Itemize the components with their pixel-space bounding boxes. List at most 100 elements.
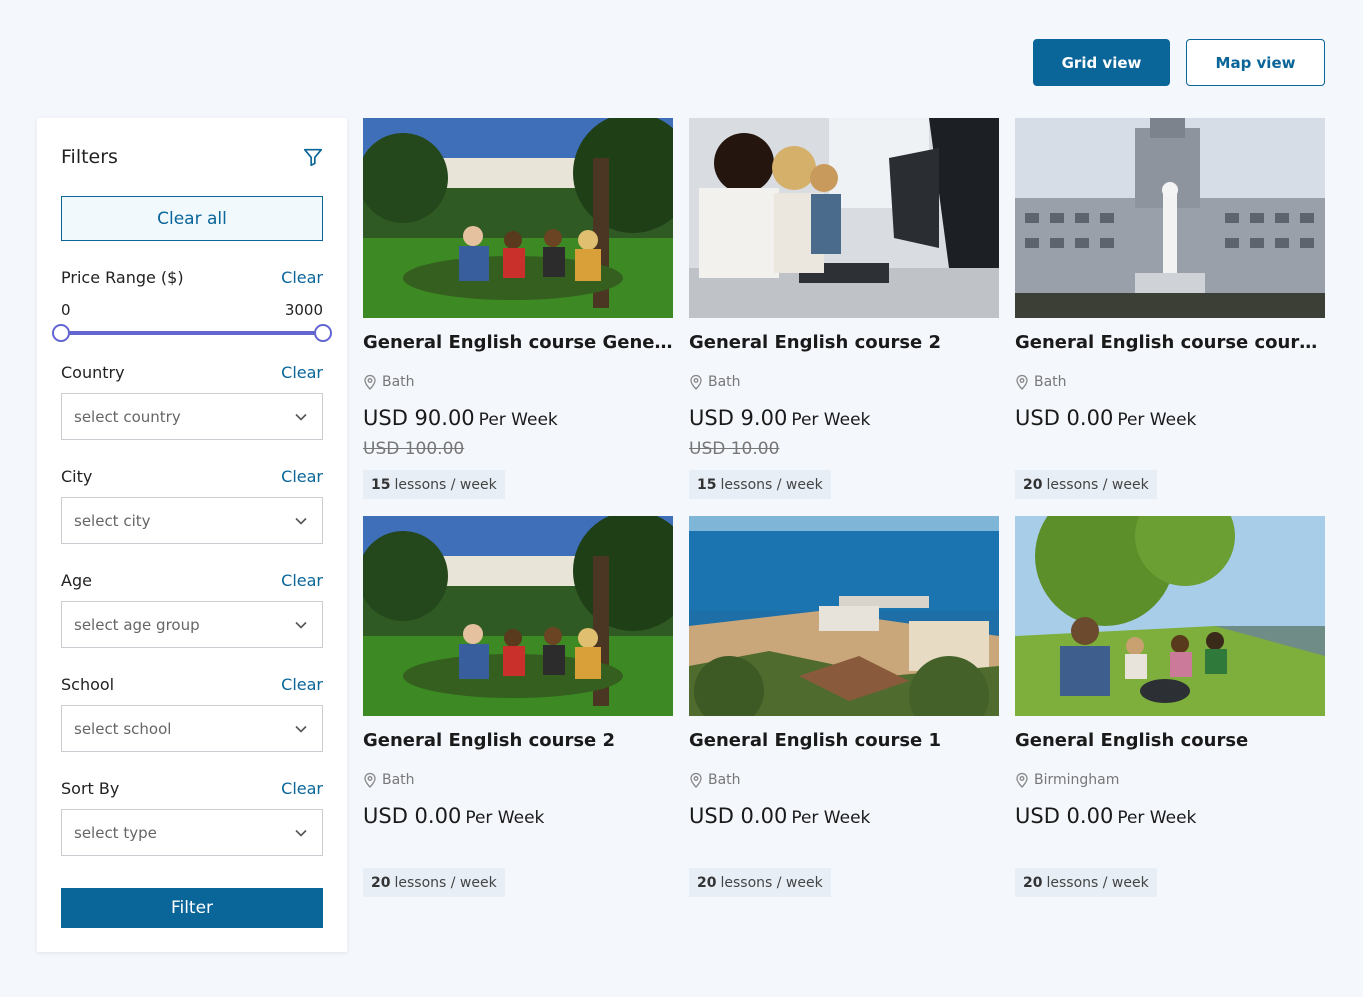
price-slider-track[interactable] [61, 331, 323, 335]
lessons-unit: lessons / week [1046, 874, 1149, 891]
chevron-down-icon [295, 413, 307, 421]
price-slider-max-handle[interactable] [314, 324, 332, 342]
course-image-seaside-pier[interactable] [689, 516, 999, 716]
age-clear[interactable]: Clear [281, 571, 323, 590]
city-label: City [61, 467, 93, 486]
city-select[interactable]: select city [61, 497, 323, 544]
city-row: City Clear [61, 467, 323, 486]
course-title[interactable]: General English course General English [363, 332, 673, 353]
course-image-park-students[interactable] [363, 118, 673, 318]
course-image-park-students[interactable] [363, 516, 673, 716]
course-price: USD 90.00 Per Week [363, 406, 558, 430]
lessons-count: 15 [371, 476, 391, 493]
course-old-price: USD 100.00 [363, 439, 465, 459]
course-price: USD 0.00 Per Week [363, 804, 544, 828]
location-text: Bath [1034, 374, 1067, 390]
lessons-unit: lessons / week [720, 874, 823, 891]
price-amount: USD 0.00 [363, 804, 462, 828]
lessons-unit: lessons / week [720, 476, 823, 493]
location-pin-icon [364, 374, 376, 390]
chevron-down-icon [295, 725, 307, 733]
location-pin-icon [1016, 374, 1028, 390]
lessons-count: 20 [371, 874, 391, 891]
course-location: Bath [689, 772, 741, 788]
school-clear[interactable]: Clear [281, 675, 323, 694]
location-pin-icon [690, 374, 702, 390]
course-old-price: USD 10.00 [689, 439, 780, 459]
country-select[interactable]: select country [61, 393, 323, 440]
location-text: Bath [708, 772, 741, 788]
course-image-riverside-students[interactable] [1015, 516, 1325, 716]
sort-select[interactable]: select type [61, 809, 323, 856]
course-price: USD 0.00 Per Week [1015, 406, 1196, 430]
school-label: School [61, 675, 115, 694]
chevron-down-icon [295, 517, 307, 525]
sort-label: Sort By [61, 779, 120, 798]
price-period: Per Week [791, 410, 871, 430]
lessons-badge: 20 lessons / week [689, 868, 831, 897]
sort-placeholder: select type [74, 823, 157, 842]
course-card[interactable]: General English course 1 Bath USD 0.00 Pe… [689, 516, 999, 906]
course-title[interactable]: General English course [1015, 730, 1325, 751]
price-amount: USD 9.00 [689, 406, 788, 430]
course-card[interactable]: General English course General English B… [363, 118, 673, 508]
course-price: USD 0.00 Per Week [689, 804, 870, 828]
price-min-value: 0 [61, 301, 71, 319]
sort-row: Sort By Clear [61, 779, 323, 798]
price-range-clear[interactable]: Clear [281, 268, 323, 287]
chevron-down-icon [295, 829, 307, 837]
price-slider-min-handle[interactable] [52, 324, 70, 342]
school-row: School Clear [61, 675, 323, 694]
country-row: Country Clear [61, 363, 323, 382]
course-price: USD 0.00 Per Week [1015, 804, 1196, 828]
price-amount: USD 0.00 [1015, 406, 1114, 430]
course-title[interactable]: General English course 2 [363, 730, 673, 751]
country-clear[interactable]: Clear [281, 363, 323, 382]
lessons-unit: lessons / week [394, 874, 497, 891]
sort-clear[interactable]: Clear [281, 779, 323, 798]
price-period: Per Week [1117, 808, 1197, 828]
course-image-computer-lab[interactable] [689, 118, 999, 318]
price-amount: USD 0.00 [689, 804, 788, 828]
grid-view-button[interactable]: Grid view [1033, 39, 1170, 86]
course-card[interactable]: General English course 2 Bath USD 0.00 Pe… [363, 516, 673, 906]
course-title[interactable]: General English course 1 [689, 730, 999, 751]
filter-button[interactable]: Filter [61, 888, 323, 928]
school-placeholder: select school [74, 719, 172, 738]
price-amount: USD 90.00 [363, 406, 475, 430]
view-toggle: Grid view Map view [1033, 39, 1325, 86]
price-period: Per Week [465, 808, 545, 828]
clear-all-button[interactable]: Clear all [61, 196, 323, 241]
age-row: Age Clear [61, 571, 323, 590]
course-title[interactable]: General English course course course [1015, 332, 1325, 353]
country-placeholder: select country [74, 407, 181, 426]
school-select[interactable]: select school [61, 705, 323, 752]
lessons-count: 20 [1023, 874, 1043, 891]
location-text: Bath [382, 772, 415, 788]
course-title[interactable]: General English course 2 [689, 332, 999, 353]
city-clear[interactable]: Clear [281, 467, 323, 486]
price-period: Per Week [478, 410, 558, 430]
age-select[interactable]: select age group [61, 601, 323, 648]
price-range-row: Price Range ($) Clear [61, 268, 323, 287]
course-location: Bath [363, 374, 415, 390]
price-range-label: Price Range ($) [61, 268, 184, 287]
country-label: Country [61, 363, 125, 382]
location-pin-icon [690, 772, 702, 788]
lessons-badge: 20 lessons / week [363, 868, 505, 897]
course-card[interactable]: General English course Birmingham USD 0.… [1015, 516, 1325, 906]
location-text: Bath [382, 374, 415, 390]
course-image-university-building[interactable] [1015, 118, 1325, 318]
city-placeholder: select city [74, 511, 151, 530]
course-card[interactable]: General English course 2 Bath USD 9.00 Pe… [689, 118, 999, 508]
map-view-button[interactable]: Map view [1186, 39, 1325, 86]
filter-icon[interactable] [302, 146, 324, 168]
course-location: Bath [363, 772, 415, 788]
filters-panel: Filters Clear all Price Range ($) Clear … [37, 118, 347, 952]
location-pin-icon [364, 772, 376, 788]
course-card[interactable]: General English course course course Bat… [1015, 118, 1325, 508]
lessons-count: 20 [1023, 476, 1043, 493]
lessons-count: 15 [697, 476, 717, 493]
age-placeholder: select age group [74, 615, 200, 634]
chevron-down-icon [295, 621, 307, 629]
